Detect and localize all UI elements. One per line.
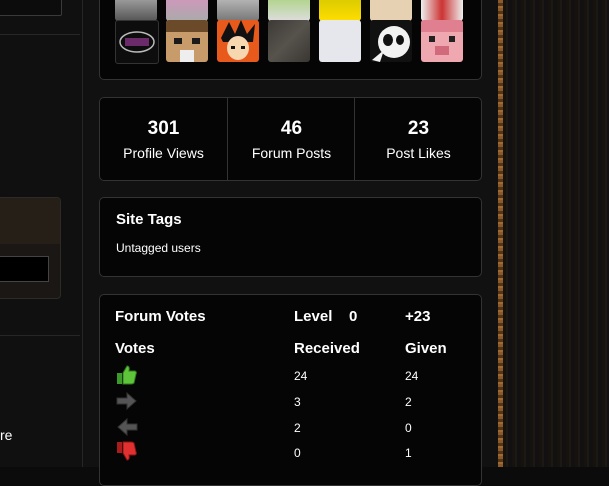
profile-stats: 301 Profile Views 46 Forum Posts 23 Post…: [99, 97, 482, 181]
left-partial-text: re: [0, 427, 13, 443]
right-background: [498, 0, 609, 467]
left-panel: [0, 197, 61, 299]
thumbs-up-icon: [116, 365, 138, 385]
left-divider: [0, 335, 80, 336]
given-count: 0: [405, 421, 412, 435]
given-count: 2: [405, 395, 412, 409]
arrow-left-icon: [116, 417, 138, 437]
given-count: 1: [405, 446, 412, 460]
profile-main: 301 Profile Views 46 Forum Posts 23 Post…: [83, 0, 498, 486]
friend-avatar[interactable]: [421, 0, 463, 21]
forum-votes-title: Forum Votes: [115, 308, 206, 325]
votes-column-header: Votes: [115, 340, 155, 357]
wood-texture: [503, 0, 609, 467]
friend-avatar[interactable]: [268, 0, 310, 21]
stat-forum-posts: 46 Forum Posts: [227, 98, 355, 180]
received-count: 24: [294, 369, 308, 383]
friend-avatar[interactable]: [370, 20, 412, 62]
stat-post-likes: 23 Post Likes: [354, 98, 482, 180]
received-count: 0: [294, 446, 301, 460]
friend-avatar[interactable]: [217, 20, 259, 62]
received-count: 2: [294, 421, 301, 435]
stat-label: Forum Posts: [251, 145, 332, 161]
stat-value: 46: [280, 118, 303, 139]
left-panel-input[interactable]: [0, 256, 49, 282]
left-divider: [0, 34, 80, 35]
stat-label: Profile Views: [123, 145, 204, 161]
level-value: 0: [349, 308, 358, 325]
friends-avatar-grid: [99, 0, 482, 80]
given-count: 24: [405, 369, 419, 383]
friend-avatar[interactable]: [370, 0, 412, 21]
friend-avatar[interactable]: [319, 20, 361, 62]
stat-value: 301: [147, 118, 180, 139]
received-count: 3: [294, 395, 301, 409]
friend-avatar[interactable]: [166, 0, 208, 21]
given-column-header: Given: [405, 340, 447, 357]
level-label: Level: [294, 308, 333, 325]
left-top-box: [0, 0, 62, 16]
friend-avatar[interactable]: [115, 0, 157, 21]
left-panel-header: [0, 198, 60, 244]
left-sidebar: re: [0, 0, 83, 467]
site-tags-card: Site Tags Untagged users: [99, 197, 482, 277]
site-tags-text: Untagged users: [116, 241, 201, 255]
arrow-right-icon: [116, 391, 138, 411]
vote-score: +23: [405, 308, 431, 325]
site-tags-title: Site Tags: [116, 211, 182, 228]
stat-label: Post Likes: [386, 145, 451, 161]
friend-avatar[interactable]: [421, 20, 463, 62]
stat-value: 23: [407, 118, 430, 139]
friend-avatar[interactable]: [319, 0, 361, 21]
forum-votes-card: Forum Votes Level 0 +23 Votes Received G…: [99, 294, 482, 486]
stat-profile-views: 301 Profile Views: [100, 98, 227, 180]
received-column-header: Received: [294, 340, 360, 357]
friend-avatar[interactable]: [166, 20, 208, 62]
thumbs-down-icon: [116, 441, 138, 461]
friend-avatar[interactable]: [115, 20, 159, 64]
friend-avatar[interactable]: [217, 0, 259, 21]
friend-avatar[interactable]: [268, 20, 310, 62]
